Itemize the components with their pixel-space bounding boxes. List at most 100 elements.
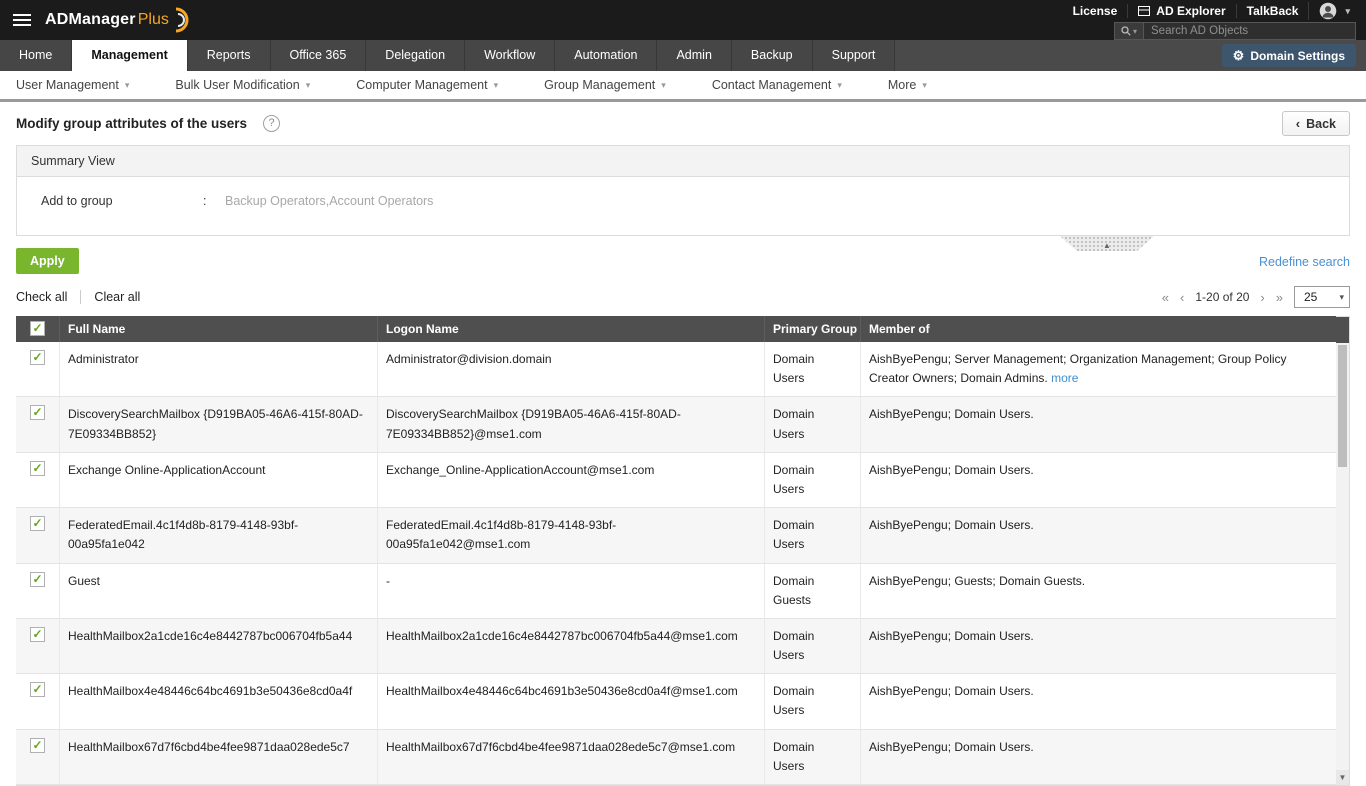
redefine-search-link[interactable]: Redefine search xyxy=(1259,255,1350,269)
cell-member-of: AishByePengu; Server Management; Organiz… xyxy=(861,342,1336,396)
divider xyxy=(80,290,82,304)
cell-full-name: HealthMailbox2a1cde16c4e8442787bc006704f… xyxy=(60,618,378,674)
row-checkbox-cell: ✓ xyxy=(16,674,60,729)
check-all-button[interactable]: Check all xyxy=(16,290,67,304)
chevron-down-icon: ▾ xyxy=(837,79,842,90)
header-logon-name: Logon Name xyxy=(378,316,765,342)
table-row: ✓ Administrator Administrator@division.d… xyxy=(16,342,1336,398)
table-row: ✓ HealthMailbox67d7f6cbd4be4fee9871daa02… xyxy=(16,729,1336,785)
header-primary-group: Primary Group xyxy=(765,316,861,342)
page-title: Modify group attributes of the users xyxy=(16,116,248,131)
domain-settings-button[interactable]: ⚙ Domain Settings xyxy=(1221,44,1356,67)
tab-home[interactable]: Home xyxy=(0,40,73,71)
add-to-group-field: Add to group : Backup Operators,Account … xyxy=(31,194,1335,208)
cell-logon-name: Administrator@division.domain xyxy=(378,342,765,397)
table-row: ✓ DiscoverySearchMailbox {D919BA05-46A6-… xyxy=(16,397,1336,453)
tab-delegation[interactable]: Delegation xyxy=(366,40,466,71)
main-nav: Home Management Reports Office 365 Deleg… xyxy=(0,40,1366,71)
scrollbar-thumb[interactable] xyxy=(1338,345,1347,467)
global-search: ▾ xyxy=(1114,22,1356,40)
cell-logon-name: HealthMailbox2a1cde16c4e8442787bc006704f… xyxy=(378,618,765,674)
subnav-label: Computer Management xyxy=(356,78,488,92)
ad-explorer-label: AD Explorer xyxy=(1156,4,1226,18)
row-checkbox-cell: ✓ xyxy=(16,729,60,784)
cell-primary-group: Domain Guests xyxy=(765,563,861,618)
domain-settings-label: Domain Settings xyxy=(1250,48,1345,63)
subnav-user-management[interactable]: User Management ▾ xyxy=(16,78,129,92)
subnav-computer-management[interactable]: Computer Management ▾ xyxy=(356,78,498,92)
header-member-of: Member of xyxy=(869,322,930,336)
row-checkbox[interactable]: ✓ xyxy=(30,350,45,365)
ad-explorer-icon xyxy=(1138,6,1151,16)
cell-primary-group: Domain Users xyxy=(765,729,861,784)
table-row: ✓ HealthMailbox2a1cde16c4e8442787bc00670… xyxy=(16,618,1336,675)
tab-support[interactable]: Support xyxy=(812,40,896,71)
collapse-panel-handle[interactable]: ▲ xyxy=(1060,236,1154,251)
tab-reports[interactable]: Reports xyxy=(187,40,271,71)
row-checkbox[interactable]: ✓ xyxy=(30,405,45,421)
top-bar: ADManager Plus License AD Explorer TalkB… xyxy=(0,0,1366,40)
chevron-left-icon: ‹ xyxy=(1295,116,1301,131)
subnav-group-management[interactable]: Group Management ▾ xyxy=(544,78,666,92)
cell-full-name: HealthMailbox67d7f6cbd4be4fee9871daa028e… xyxy=(60,729,378,784)
search-scope-dropdown[interactable]: ▾ xyxy=(1114,22,1144,40)
tab-admin[interactable]: Admin xyxy=(657,40,732,71)
check-icon: ✓ xyxy=(32,571,43,586)
results-table: ✓ Full Name Logon Name Primary Group Mem… xyxy=(16,316,1350,786)
logo-swoosh-icon xyxy=(175,7,189,33)
subnav-more[interactable]: More ▾ xyxy=(888,78,927,92)
more-link[interactable]: more xyxy=(1051,371,1078,385)
tab-management[interactable]: Management xyxy=(72,40,188,71)
cell-member-of: AishByePengu; Guests; Domain Guests. xyxy=(869,573,1086,588)
check-icon: ✓ xyxy=(32,626,43,641)
check-icon: ✓ xyxy=(32,405,43,420)
ad-explorer-link[interactable]: AD Explorer xyxy=(1127,4,1235,18)
tab-automation[interactable]: Automation xyxy=(555,40,658,71)
gear-icon: ⚙ xyxy=(1232,47,1245,63)
pagination: « ‹ 1-20 of 20 › » 25 ▾ xyxy=(1162,286,1350,308)
page-header: Modify group attributes of the users ? ‹… xyxy=(0,102,1366,143)
scroll-down-arrow-icon[interactable]: ▼ xyxy=(1336,770,1349,785)
help-icon[interactable]: ? xyxy=(263,115,281,132)
field-colon: : xyxy=(203,194,207,208)
header-checkbox-cell: ✓ xyxy=(16,316,60,342)
search-input[interactable] xyxy=(1144,22,1356,40)
license-link[interactable]: License xyxy=(1063,4,1128,18)
row-checkbox[interactable]: ✓ xyxy=(30,460,45,476)
user-menu[interactable]: ▾ xyxy=(1308,2,1360,20)
talkback-link[interactable]: TalkBack xyxy=(1235,4,1309,18)
table-scrollbar[interactable]: ▼ xyxy=(1336,316,1350,786)
cell-logon-name: HealthMailbox4e48446c64bc4691b3e50436e8c… xyxy=(378,674,765,729)
collapse-arrow-icon: ▲ xyxy=(1103,241,1111,250)
cell-logon-name: HealthMailbox67d7f6cbd4be4fee9871daa028e… xyxy=(378,729,765,784)
clear-all-button[interactable]: Clear all xyxy=(94,290,140,304)
hamburger-menu-icon[interactable] xyxy=(13,11,31,29)
chevron-down-icon: ▾ xyxy=(1339,291,1344,302)
cell-primary-group: Domain Users xyxy=(765,674,861,729)
search-icon xyxy=(1121,26,1131,36)
cell-logon-name: DiscoverySearchMailbox {D919BA05-46A6-41… xyxy=(378,397,765,452)
app-logo: ADManager Plus xyxy=(45,7,189,33)
logo-text-secondary: Plus xyxy=(137,11,169,28)
row-checkbox[interactable]: ✓ xyxy=(30,626,45,642)
check-all-checkbox[interactable]: ✓ xyxy=(30,321,45,336)
tab-office-365[interactable]: Office 365 xyxy=(270,40,367,71)
pagination-first-icon[interactable]: « xyxy=(1162,290,1169,305)
subnav-contact-management[interactable]: Contact Management ▾ xyxy=(712,78,842,92)
page-size-select[interactable]: 25 ▾ xyxy=(1294,286,1350,308)
pagination-prev-icon[interactable]: ‹ xyxy=(1180,290,1184,305)
row-checkbox[interactable]: ✓ xyxy=(30,571,45,587)
row-checkbox[interactable]: ✓ xyxy=(30,516,45,532)
back-button[interactable]: ‹ Back xyxy=(1281,111,1350,136)
pagination-next-icon[interactable]: › xyxy=(1260,290,1264,305)
subnav-bulk-user-modification[interactable]: Bulk User Modification ▾ xyxy=(175,78,310,92)
apply-button[interactable]: Apply xyxy=(16,248,79,274)
pagination-last-icon[interactable]: » xyxy=(1276,290,1283,305)
tab-workflow[interactable]: Workflow xyxy=(465,40,556,71)
tab-backup[interactable]: Backup xyxy=(731,40,813,71)
row-checkbox[interactable]: ✓ xyxy=(30,682,45,698)
cell-logon-name: - xyxy=(378,563,765,618)
cell-full-name: Guest xyxy=(60,563,378,618)
subnav-label: User Management xyxy=(16,78,119,92)
row-checkbox[interactable]: ✓ xyxy=(30,737,45,753)
